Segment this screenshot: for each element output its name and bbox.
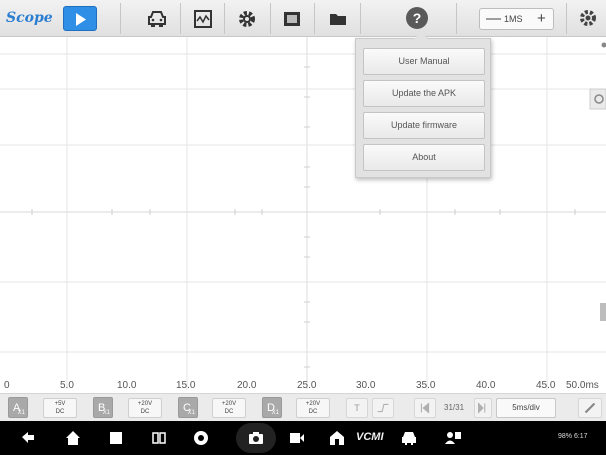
toolbar-divider bbox=[360, 3, 361, 34]
settings-icon[interactable] bbox=[578, 8, 598, 28]
screen-icon[interactable] bbox=[281, 8, 303, 30]
home-icon[interactable] bbox=[64, 429, 82, 447]
help-dropdown-menu: User Manual Update the APK Update firmwa… bbox=[355, 32, 491, 178]
x-tick-label: 20.0 bbox=[237, 380, 257, 391]
channel-d-button[interactable]: D X1 bbox=[262, 397, 282, 418]
channel-c-range[interactable]: +20V DC bbox=[212, 398, 246, 418]
brightness-icon[interactable] bbox=[589, 88, 606, 110]
memory-depth-control: — 1MS + bbox=[479, 8, 554, 30]
android-navigation-bar: VCMI 98% 6:17 bbox=[0, 421, 606, 455]
toolbar-divider bbox=[120, 3, 121, 34]
remote-icon[interactable] bbox=[444, 429, 462, 447]
waveform-display[interactable] bbox=[0, 37, 606, 389]
channel-b-range[interactable]: +20V DC bbox=[128, 398, 162, 418]
menu-item-update-apk[interactable]: Update the APK bbox=[363, 80, 485, 107]
top-toolbar: Scope ? — 1MS + bbox=[0, 0, 606, 37]
trigger-edge-icon[interactable] bbox=[372, 398, 394, 418]
store-icon[interactable] bbox=[328, 429, 346, 447]
x-tick-label: 30.0 bbox=[356, 380, 376, 391]
browser-icon[interactable] bbox=[192, 429, 210, 447]
waveform-library-icon[interactable] bbox=[192, 8, 214, 30]
x-tick-label: 15.0 bbox=[176, 380, 196, 391]
toolbar-divider bbox=[314, 3, 315, 34]
grid-horizontal-lines bbox=[0, 53, 606, 353]
toolbar-divider bbox=[180, 3, 181, 34]
gear-icon[interactable] bbox=[236, 8, 258, 30]
back-icon[interactable] bbox=[20, 429, 38, 447]
probe-icon[interactable] bbox=[578, 398, 602, 418]
car-icon[interactable] bbox=[400, 429, 418, 447]
recent-apps-icon[interactable] bbox=[107, 429, 125, 447]
trigger-button[interactable]: T bbox=[346, 398, 368, 418]
vcm-icon[interactable]: VCMI bbox=[356, 431, 384, 443]
multi-window-icon[interactable] bbox=[150, 429, 168, 447]
toolbar-divider bbox=[224, 3, 225, 34]
timebase-selector[interactable]: 5ms/div bbox=[496, 398, 556, 418]
toolbar-divider bbox=[566, 3, 567, 34]
memory-decrease-button[interactable]: — bbox=[486, 11, 501, 27]
x-tick-label: 5.0 bbox=[60, 380, 74, 391]
car-icon[interactable] bbox=[146, 8, 168, 30]
x-tick-label: 10.0 bbox=[117, 380, 137, 391]
channel-a-range[interactable]: +5V DC bbox=[43, 398, 77, 418]
channel-a-button[interactable]: A X1 bbox=[8, 397, 28, 418]
center-axis-ticks bbox=[31, 66, 576, 368]
x-tick-label: 25.0 bbox=[297, 380, 317, 391]
memory-increase-button[interactable]: + bbox=[537, 10, 546, 28]
edge-handle-icon[interactable] bbox=[601, 42, 606, 48]
status-bar-text: 98% 6:17 bbox=[558, 433, 588, 440]
channel-bar: A X1 +5V DC B X1 +20V DC C X1 +20V DC D … bbox=[0, 393, 606, 421]
folder-icon[interactable] bbox=[327, 8, 349, 30]
x-tick-label: 45.0 bbox=[536, 380, 556, 391]
screen-record-icon[interactable] bbox=[288, 429, 306, 447]
help-button[interactable]: ? bbox=[406, 7, 428, 29]
menu-item-update-firmware[interactable]: Update firmware bbox=[363, 112, 485, 139]
x-tick-label: 35.0 bbox=[416, 380, 436, 391]
toolbar-divider bbox=[456, 3, 457, 34]
camera-button[interactable] bbox=[236, 423, 276, 453]
menu-item-user-manual[interactable]: User Manual bbox=[363, 48, 485, 75]
first-page-icon[interactable] bbox=[414, 398, 436, 418]
x-tick-label: 0 bbox=[4, 380, 10, 391]
side-panel-handle[interactable] bbox=[600, 303, 606, 321]
last-page-icon[interactable] bbox=[474, 398, 492, 418]
menu-item-about[interactable]: About bbox=[363, 144, 485, 171]
play-icon bbox=[76, 13, 86, 26]
channel-d-range[interactable]: +20V DC bbox=[296, 398, 330, 418]
app-logo: Scope bbox=[6, 10, 53, 26]
x-tick-label: 40.0 bbox=[476, 380, 496, 391]
x-tick-label: 50.0ms bbox=[566, 380, 599, 391]
help-icon: ? bbox=[412, 10, 422, 26]
channel-c-button[interactable]: C X1 bbox=[178, 397, 198, 418]
play-button[interactable] bbox=[63, 6, 97, 31]
channel-b-button[interactable]: B X1 bbox=[93, 397, 113, 418]
page-indicator: 31/31 bbox=[444, 403, 465, 412]
toolbar-divider bbox=[270, 3, 271, 34]
camera-icon bbox=[249, 432, 263, 444]
memory-depth-value: 1MS bbox=[504, 14, 523, 24]
